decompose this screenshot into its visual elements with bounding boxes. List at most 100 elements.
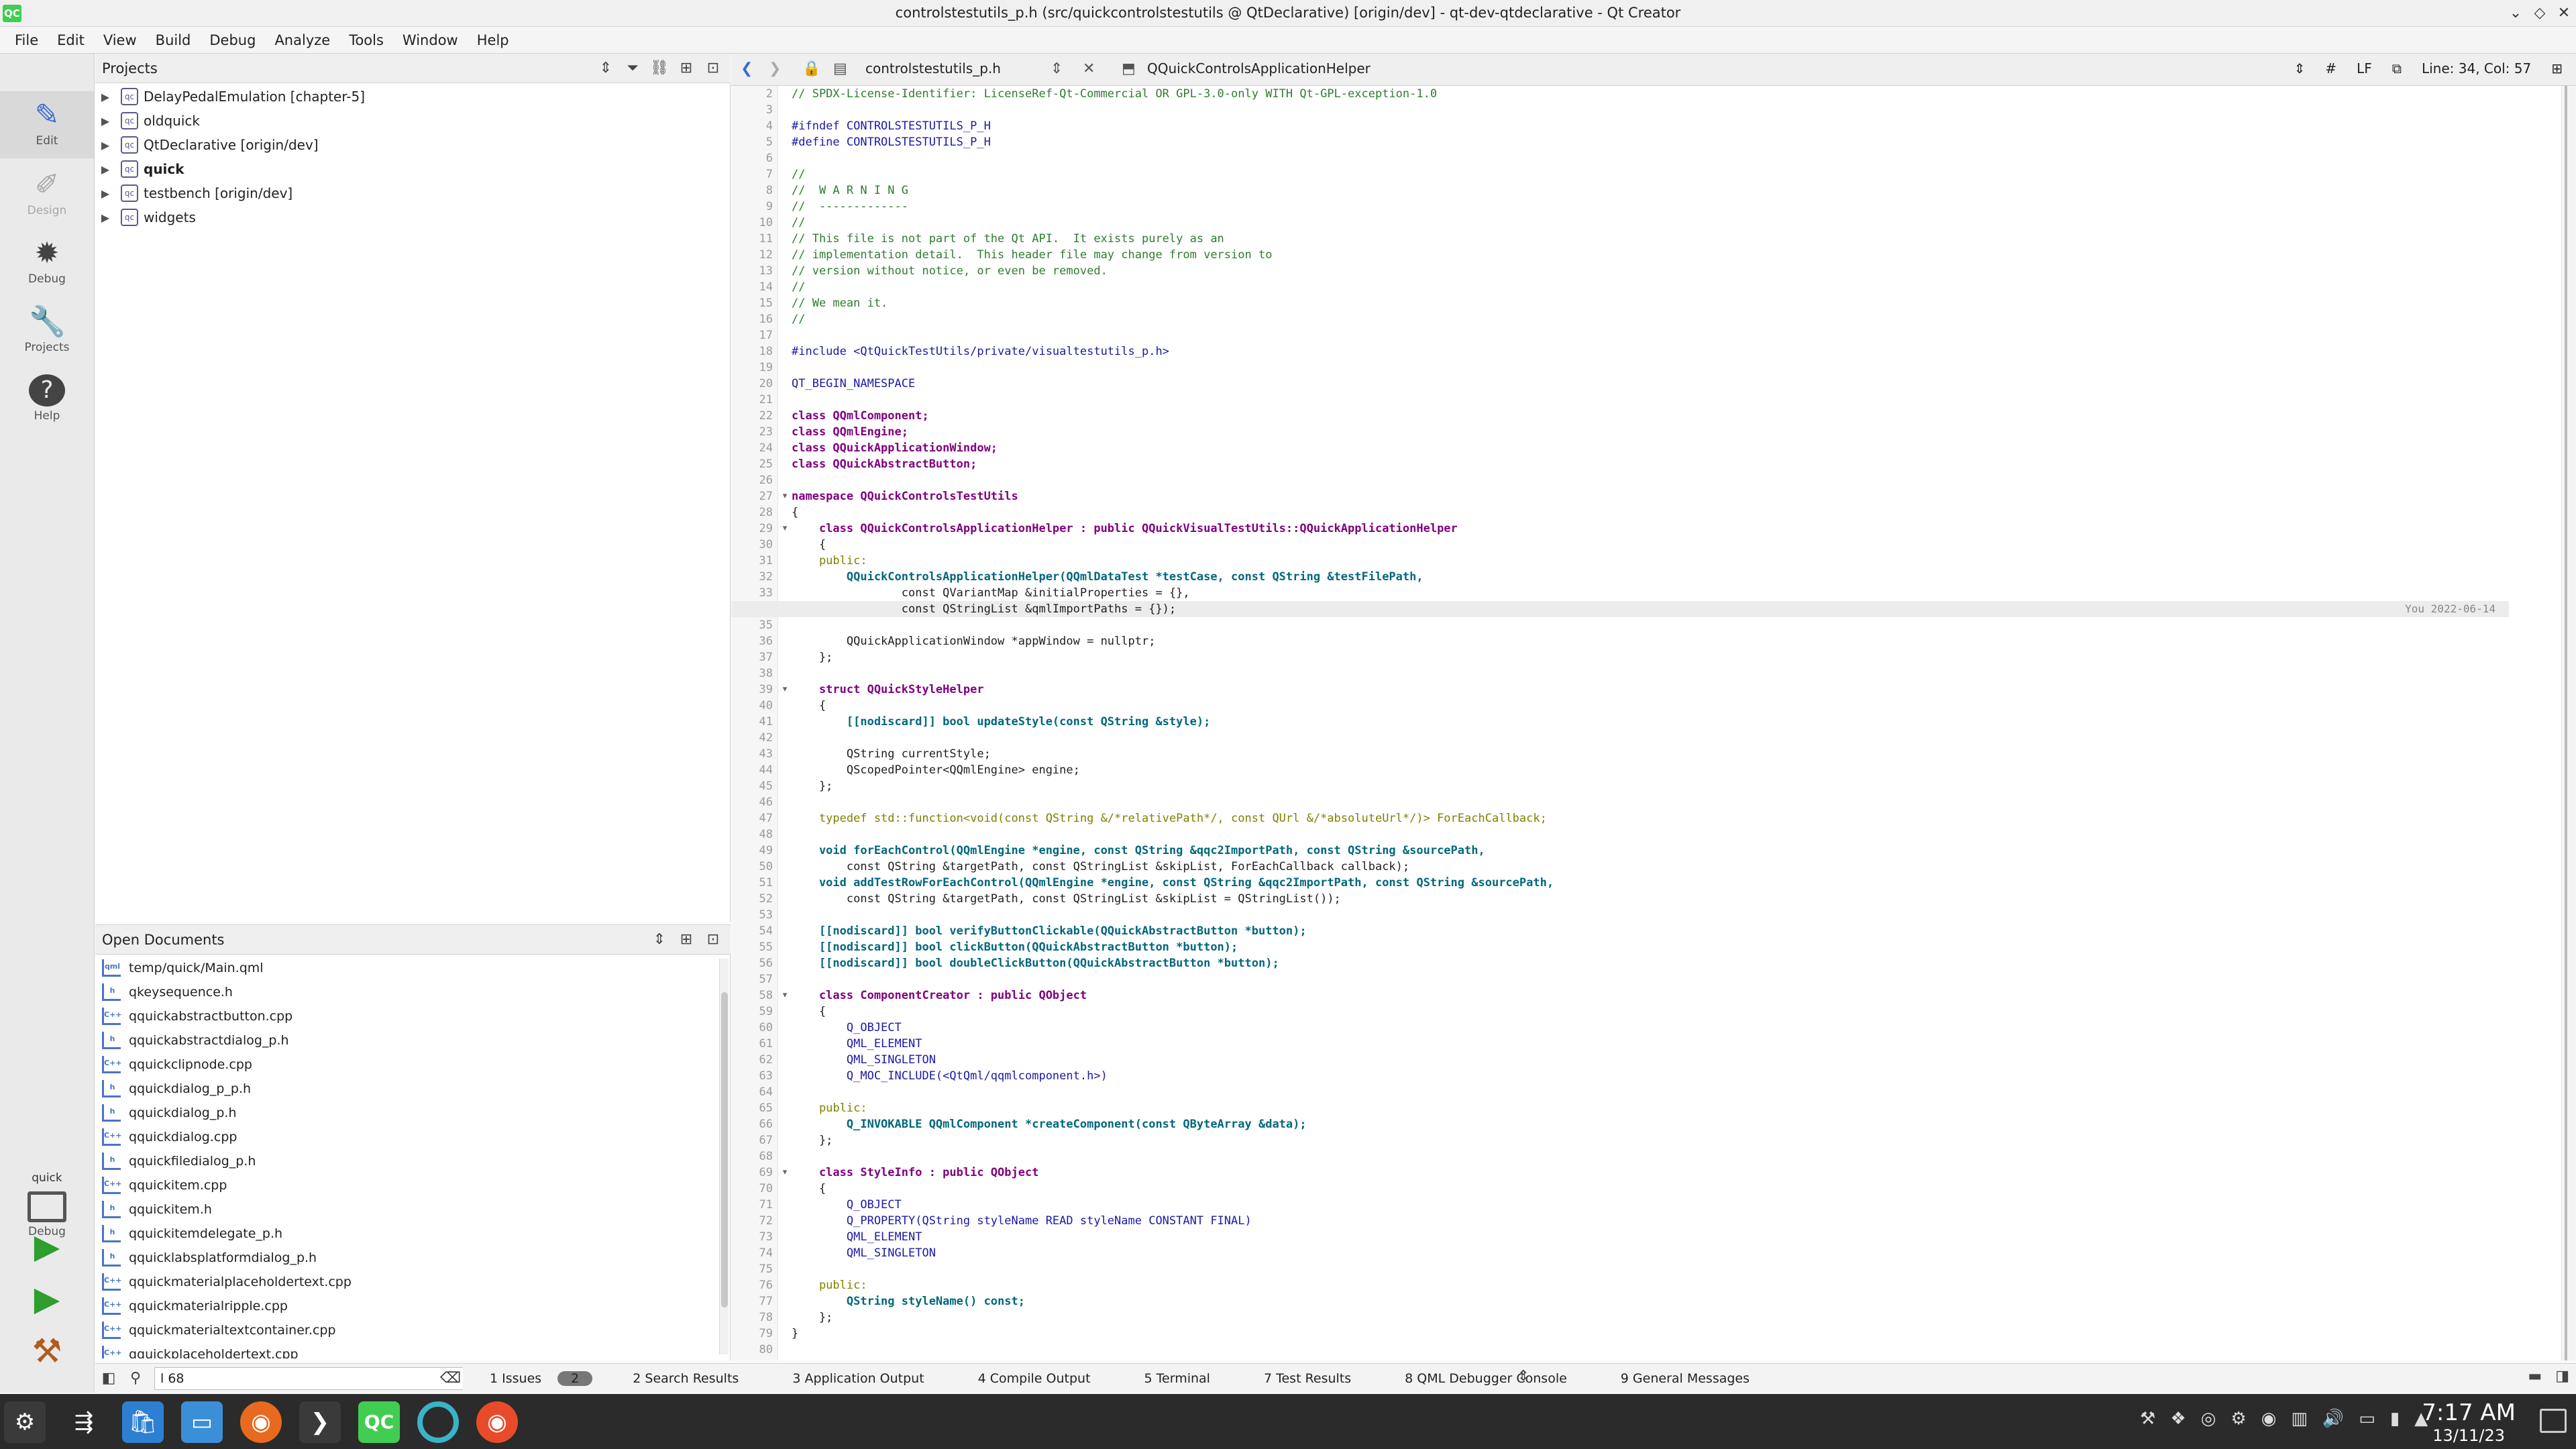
debug-run-button[interactable]: ▶ <box>28 1280 66 1318</box>
chevron-updown-icon[interactable]: ⇕ <box>2294 60 2306 76</box>
split-editor-icon[interactable]: ⊞ <box>2551 60 2563 76</box>
code-line[interactable] <box>731 472 2509 488</box>
line-ending-indicator[interactable]: LF <box>2357 60 2372 76</box>
code-line[interactable]: class QQuickControlsApplicationHelper : … <box>731 521 2509 537</box>
code-line[interactable]: // We mean it. <box>731 295 2509 311</box>
view-select-icon[interactable]: ⇕ <box>592 58 619 79</box>
expand-arrow-icon[interactable]: ▶ <box>98 139 113 152</box>
code-line[interactable]: Q_INVOKABLE QQmlComponent *createCompone… <box>731 1116 2509 1132</box>
code-line[interactable]: const QVariantMap &initialProperties = {… <box>731 585 2509 601</box>
code-line[interactable]: [[nodiscard]] bool verifyButtonClickable… <box>731 923 2509 939</box>
code-line[interactable]: { <box>731 1004 2509 1020</box>
code-line[interactable] <box>731 826 2509 843</box>
menu-file[interactable]: File <box>5 32 48 48</box>
menu-help[interactable]: Help <box>468 32 519 48</box>
open-document-item[interactable]: h qquicklabsplatformdialog_p.h <box>95 1246 719 1270</box>
chevron-updown-icon[interactable]: ⇕ <box>1517 1368 1529 1385</box>
run-button[interactable]: ▶ <box>28 1228 66 1265</box>
code-line[interactable]: Q_MOC_INCLUDE(<QtQml/qqmlcomponent.h>) <box>731 1068 2509 1084</box>
expand-arrow-icon[interactable]: ▶ <box>98 91 113 103</box>
code-line[interactable]: // implementation detail. This header fi… <box>731 247 2509 263</box>
chevron-updown-icon[interactable]: ⇕ <box>1051 59 1063 79</box>
close-document-icon[interactable]: ✕ <box>1083 59 1095 79</box>
code-line[interactable]: QML_SINGLETON <box>731 1052 2509 1068</box>
open-document-item[interactable]: h qkeysequence.h <box>95 980 719 1004</box>
code-line[interactable] <box>731 102 2509 118</box>
code-line[interactable]: void addTestRowForEachControl(QQmlEngine… <box>731 875 2509 891</box>
code-line[interactable]: class ComponentCreator : public QObject <box>731 987 2509 1004</box>
code-line[interactable]: // This file is not part of the Qt API. … <box>731 231 2509 247</box>
open-document-item[interactable]: h qquickabstractdialog_p.h <box>95 1028 719 1053</box>
hash-indicator[interactable]: # <box>2325 60 2337 76</box>
code-line[interactable]: [[nodiscard]] bool doubleClickButton(QQu… <box>731 955 2509 971</box>
expand-arrow-icon[interactable]: ▶ <box>98 211 113 224</box>
qtcreator-icon[interactable]: QC <box>358 1401 400 1443</box>
open-document-item[interactable]: C++ qquickabstractbutton.cpp <box>95 1004 719 1028</box>
code-line[interactable]: { <box>731 1181 2509 1197</box>
code-line[interactable]: public: <box>731 553 2509 569</box>
code-line[interactable]: Q_OBJECT <box>731 1020 2509 1036</box>
open-document-item[interactable]: h qquickfiledialog_p.h <box>95 1149 719 1173</box>
code-line[interactable]: QString currentStyle; <box>731 746 2509 762</box>
build-button[interactable]: ⚒ <box>28 1332 66 1370</box>
code-line[interactable]: class QQmlEngine; <box>731 424 2509 440</box>
menu-view[interactable]: View <box>94 32 146 48</box>
mode-debug[interactable]: ✹ Debug <box>0 229 94 297</box>
cursor-position[interactable]: Line: 34, Col: 57 <box>2422 60 2531 76</box>
toggle-right-sidebar-icon[interactable]: ◨ <box>2555 1368 2569 1385</box>
code-line[interactable] <box>731 907 2509 923</box>
code-line[interactable]: // SPDX-License-Identifier: LicenseRef-Q… <box>731 86 2509 102</box>
code-line[interactable]: public: <box>731 1100 2509 1116</box>
code-line[interactable] <box>731 1261 2509 1277</box>
mode-edit[interactable]: ✎ Edit <box>0 91 94 158</box>
code-line[interactable]: { <box>731 537 2509 553</box>
code-line[interactable]: [[nodiscard]] bool clickButton(QQuickAbs… <box>731 939 2509 955</box>
code-line[interactable]: // ------------- <box>731 199 2509 215</box>
code-line[interactable]: struct QQuickStyleHelper <box>731 682 2509 698</box>
code-line[interactable]: }; <box>731 778 2509 794</box>
menu-tools[interactable]: Tools <box>339 32 393 48</box>
open-document-item[interactable]: qml temp/quick/Main.qml <box>95 956 719 980</box>
menu-build[interactable]: Build <box>146 32 201 48</box>
code-line[interactable]: QQuickControlsApplicationHelper(QQmlData… <box>731 569 2509 585</box>
firefox-dev-icon[interactable]: ◉ <box>476 1401 518 1443</box>
code-line[interactable] <box>731 1342 2509 1358</box>
progress-icon[interactable]: ▬ <box>2528 1368 2542 1385</box>
code-line[interactable]: // <box>731 279 2509 295</box>
output-tab[interactable]: 8 QML Debugger Console <box>1378 1371 1594 1386</box>
sync-tray-icon[interactable]: ◎ <box>2201 1409 2216 1429</box>
plasma-launcher-icon[interactable]: ⚙ <box>4 1401 46 1443</box>
menu-debug[interactable]: Debug <box>200 32 265 48</box>
open-document-item[interactable]: C++ qquickitem.cpp <box>95 1173 719 1197</box>
code-line[interactable]: #ifndef CONTROLSTESTUTILS_P_H <box>731 118 2509 134</box>
code-editor[interactable]: 2// SPDX-License-Identifier: LicenseRef-… <box>731 86 2576 1360</box>
code-line[interactable] <box>731 327 2509 343</box>
open-document-item[interactable]: h qquickitemdelegate_p.h <box>95 1222 719 1246</box>
store-icon[interactable]: 🛍 <box>122 1401 164 1443</box>
open-document-item[interactable]: h qquickdialog_p_p.h <box>95 1077 719 1101</box>
code-line[interactable]: #include <QtQuickTestUtils/private/visua… <box>731 343 2509 360</box>
close-pane-icon[interactable]: ⊡ <box>700 58 727 79</box>
open-document-item[interactable]: C++ qquickplaceholdertext.cpp <box>95 1342 719 1358</box>
maximize-button[interactable]: ◇ <box>2528 3 2552 24</box>
mode-help[interactable]: ? Help <box>0 366 94 433</box>
code-line[interactable]: [[nodiscard]] bool updateStyle(const QSt… <box>731 714 2509 730</box>
open-document-item[interactable]: C++ qquickmaterialtextcontainer.cpp <box>95 1318 719 1342</box>
code-line[interactable] <box>731 730 2509 746</box>
code-line[interactable]: } <box>731 1326 2509 1342</box>
code-line[interactable] <box>731 665 2509 682</box>
code-line[interactable]: QScopedPointer<QQmlEngine> engine; <box>731 762 2509 778</box>
open-document-item[interactable]: C++ qquickclipnode.cpp <box>95 1053 719 1077</box>
expand-arrow-icon[interactable]: ▶ <box>98 163 113 176</box>
clipboard-tray-icon[interactable]: ▥ <box>2291 1409 2308 1429</box>
code-line[interactable]: namespace QQuickControlsTestUtils <box>731 488 2509 504</box>
expand-arrow-icon[interactable]: ▶ <box>98 187 113 200</box>
code-line[interactable]: QML_ELEMENT <box>731 1036 2509 1052</box>
battery-tray-icon[interactable]: ▮ <box>2390 1409 2400 1429</box>
project-item[interactable]: ▶ qc oldquick <box>95 109 731 133</box>
minimize-button[interactable]: ⌄ <box>2504 3 2528 24</box>
close-pane-icon[interactable]: ⊡ <box>700 929 727 951</box>
locator-input[interactable]: l 68 <box>154 1366 476 1390</box>
code-line[interactable]: typedef std::function<void(const QString… <box>731 810 2509 826</box>
output-tab[interactable]: 7 Test Results <box>1237 1371 1378 1386</box>
